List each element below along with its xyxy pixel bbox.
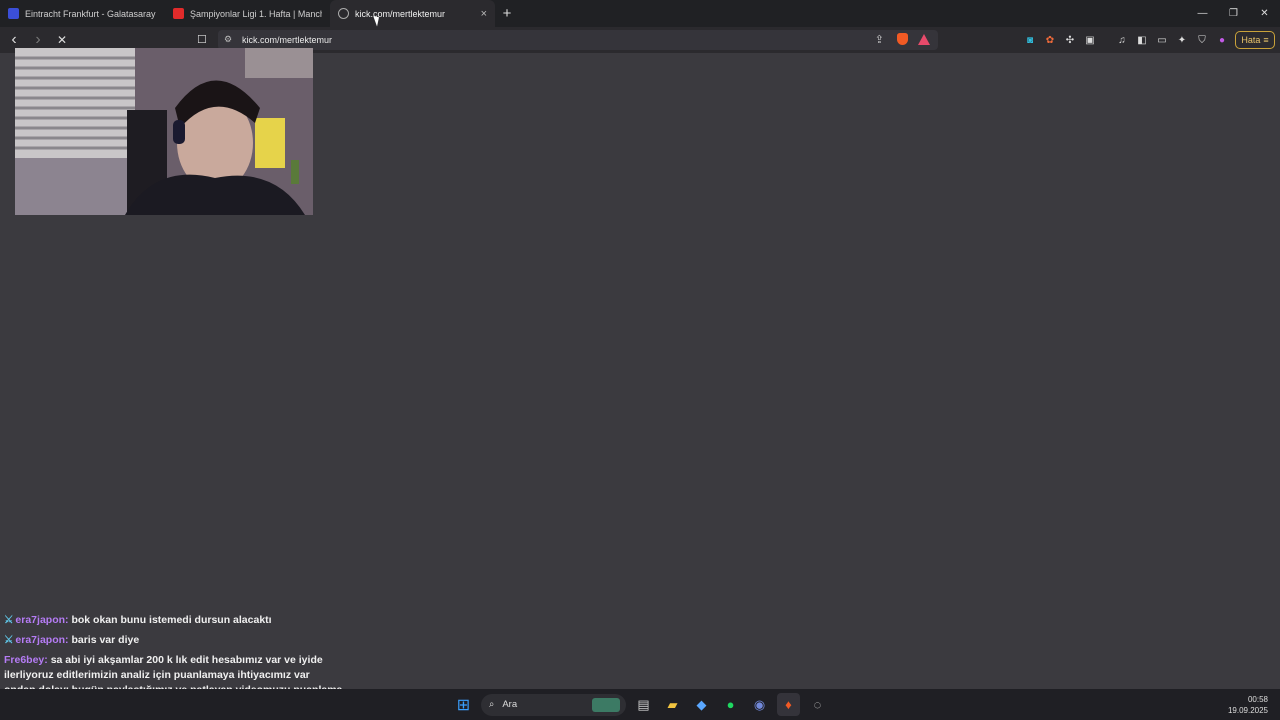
status-label: Hata (1241, 35, 1261, 45)
leo-ai-icon[interactable]: ✦ (1174, 32, 1190, 48)
tab-title: Şampiyonlar Ligi 1. Hafta | Manchester (190, 8, 322, 19)
sidebar-icon[interactable]: ◧ (1134, 32, 1150, 48)
extension-icon[interactable]: ✿ (1042, 32, 1058, 48)
chat-message: ⚔ era7japon: bok okan bunu istemedi dursu… (4, 613, 344, 628)
media-icon[interactable]: ♫ (1114, 32, 1130, 48)
search-highlight-image (592, 697, 620, 712)
search-icon: ⌕ (489, 699, 495, 710)
tab-sampiyonlar[interactable]: Şampiyonlar Ligi 1. Hafta | Manchester (165, 0, 330, 27)
window-controls: — ❐ ✕ (1187, 0, 1280, 27)
chat-username: era7japon: (15, 634, 69, 646)
system-clock[interactable]: 00:58 19.09.2025 (1228, 694, 1268, 716)
brave-shields-icon[interactable] (897, 33, 908, 45)
extensions-area: ◙ ✿ ✣ ▣ ♫ ◧ ▭ ✦ ⛉ ● (1022, 32, 1230, 48)
forward-button[interactable]: › (28, 30, 48, 50)
tab-strip: Eintracht Frankfurt - Galatasaray canlı … (0, 0, 1280, 27)
close-window-button[interactable]: ✕ (1249, 0, 1280, 27)
hamburger-icon: ≡ (1263, 35, 1269, 45)
new-tab-button[interactable]: + (495, 0, 519, 27)
tab-favicon (8, 8, 19, 19)
copilot-icon[interactable]: ◆ (690, 693, 713, 716)
minimize-button[interactable]: — (1187, 0, 1218, 27)
extension-icon[interactable]: ◙ (1022, 32, 1038, 48)
brave-browser-icon[interactable]: ♦ (777, 693, 800, 716)
chat-message: ⚔ era7japon: baris var diye (4, 633, 344, 648)
screenshot-icon[interactable]: ▣ (1082, 32, 1098, 48)
url-text[interactable]: kick.com/mertlektemur (242, 35, 332, 45)
error-menu-button[interactable]: Hata ≡ (1235, 31, 1275, 49)
chat-text: bok okan bunu istemedi dursun alacaktı (71, 614, 272, 626)
clock-date: 19.09.2025 (1227, 706, 1268, 715)
taskbar: ⊞ ⌕ Ara ▤ ▰ ◆ ● ◉ ♦ ◌ 00:58 19.09.2025 (0, 689, 1280, 720)
tab-close-icon[interactable]: × (481, 8, 487, 20)
chat-username: era7japon: (15, 614, 69, 626)
taskbar-icons: ⊞ ⌕ Ara ▤ ▰ ◆ ● ◉ ♦ ◌ (452, 689, 829, 720)
stop-loading-button[interactable]: ✕ (52, 30, 72, 50)
toolbar-spacer (1102, 32, 1110, 48)
site-info-icon[interactable]: ⚙ (224, 34, 232, 45)
maximize-button[interactable]: ❐ (1218, 0, 1249, 27)
brave-rewards-icon[interactable] (918, 34, 930, 45)
youtube-icon (173, 8, 184, 19)
chat-text: baris var diye (71, 634, 140, 646)
search-placeholder: Ara (502, 699, 518, 710)
taskbar-search[interactable]: ⌕ Ara (481, 693, 626, 716)
back-button[interactable]: ‹ (4, 30, 24, 50)
bookmark-icon[interactable]: ☐ (197, 33, 207, 46)
sword-badge-icon: ⚔ (4, 634, 14, 646)
discord-icon[interactable]: ◉ (748, 693, 771, 716)
chat-username: Fre6bey: (4, 654, 48, 666)
share-icon[interactable]: ⇪ (875, 33, 884, 46)
profile-icon[interactable]: ● (1214, 32, 1230, 48)
spotify-icon[interactable]: ● (719, 693, 742, 716)
tab-kick[interactable]: kick.com/mertlektemur × (330, 0, 495, 27)
windows-start-icon[interactable]: ⊞ (452, 693, 475, 716)
file-explorer-icon[interactable]: ▰ (661, 693, 684, 716)
task-view-icon[interactable]: ▤ (632, 693, 655, 716)
webcam-feed (15, 48, 313, 215)
app-icon[interactable]: ◌ (806, 693, 829, 716)
extensions-puzzle-icon[interactable]: ✣ (1062, 32, 1078, 48)
tab-title: Eintracht Frankfurt - Galatasaray canlı (25, 8, 157, 19)
tab-eintracht[interactable]: Eintracht Frankfurt - Galatasaray canlı (0, 0, 165, 27)
webcam-image (15, 48, 313, 215)
address-bar[interactable]: ⚙ kick.com/mertlektemur ⇪ (218, 30, 938, 50)
clock-time: 00:58 (1247, 695, 1268, 704)
globe-icon (338, 8, 349, 19)
vpn-shield-icon[interactable]: ⛉ (1194, 32, 1210, 48)
sword-badge-icon: ⚔ (4, 614, 14, 626)
wallet-icon[interactable]: ▭ (1154, 32, 1170, 48)
